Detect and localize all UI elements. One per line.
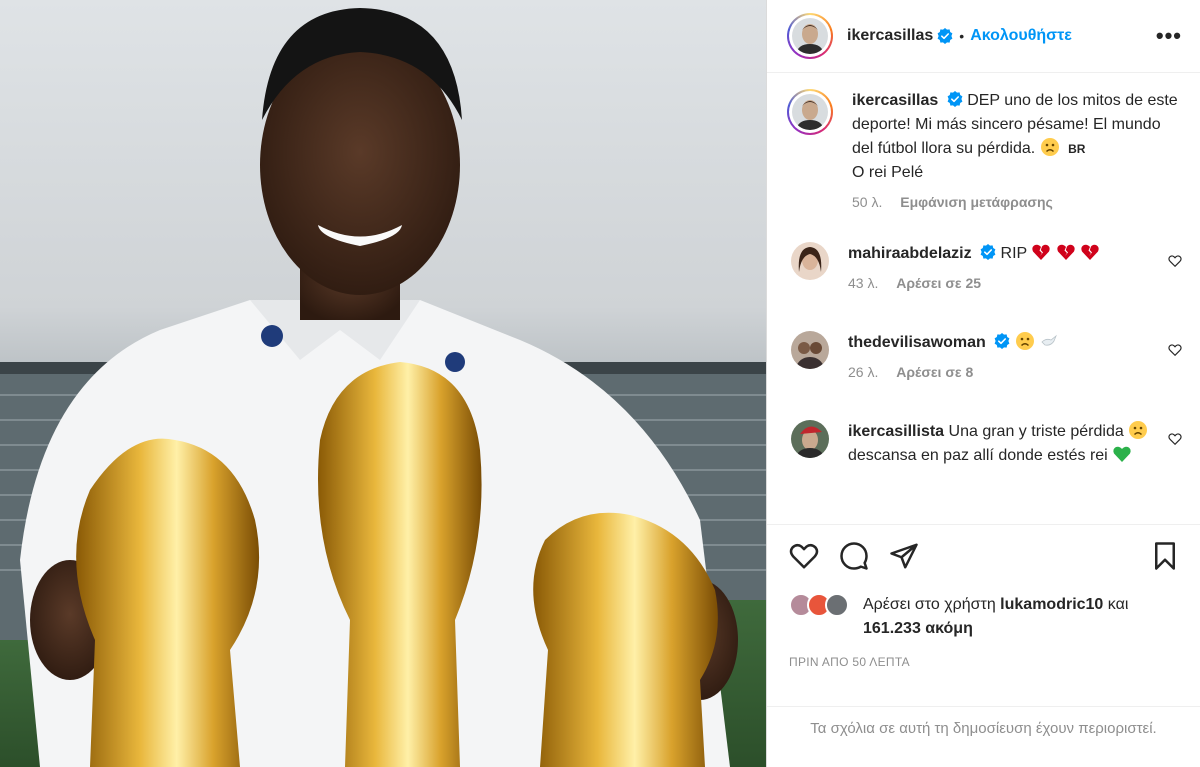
comment-username[interactable]: thedevilisawoman xyxy=(848,334,986,351)
verified-badge-icon xyxy=(994,333,1010,349)
verified-badge-icon xyxy=(980,244,996,260)
comment-item: mahiraabdelaziz RIP 43 λ. Αρέσει σε 25 xyxy=(787,242,1182,291)
comment-likes[interactable]: Αρέσει σε 25 xyxy=(896,275,981,291)
likes-prefix: Αρέσει στο χρήστη xyxy=(863,596,996,613)
follow-button[interactable]: Ακολουθήστε xyxy=(970,27,1072,45)
comment-text: RIP xyxy=(1000,245,1027,262)
dove-icon xyxy=(1041,334,1058,346)
more-options-icon[interactable]: ••• xyxy=(1156,25,1182,47)
author-avatar-image xyxy=(792,18,828,54)
verified-badge-icon xyxy=(947,91,963,107)
like-comment-heart-icon[interactable] xyxy=(1168,432,1182,446)
sad-face-icon xyxy=(1015,332,1034,350)
comment-text-part1: Una gran y triste pérdida xyxy=(948,423,1124,440)
comments-list: ikercasillas DEP uno de los mitos de est… xyxy=(767,73,1200,525)
caption-text: ikercasillas DEP uno de los mitos de est… xyxy=(852,89,1182,185)
caption: ikercasillas DEP uno de los mitos de est… xyxy=(787,89,1182,210)
comment-time[interactable]: 43 λ. xyxy=(848,275,878,291)
comment-text-part2: descansa en paz allí donde estés rei xyxy=(848,447,1108,464)
commenter-avatar[interactable] xyxy=(791,420,829,458)
post-timestamp[interactable]: ΠΡΙΝ ΑΠΟ 50 ΛΕΠΤΑ xyxy=(767,641,1200,669)
comment-likes[interactable]: Αρέσει σε 8 xyxy=(896,364,973,380)
likes-connector: και xyxy=(1107,596,1129,613)
author-username[interactable]: ikercasillas xyxy=(847,27,933,45)
save-bookmark-icon[interactable] xyxy=(1150,541,1180,571)
likes-count[interactable]: 161.233 ακόμη xyxy=(863,620,973,637)
broken-heart-icon xyxy=(1081,244,1099,260)
sad-face-icon xyxy=(1129,421,1148,439)
sad-face-icon xyxy=(1040,138,1059,156)
commenter-avatar[interactable] xyxy=(791,331,829,369)
comment-item: thedevilisawoman 26 λ. Αρέσει σε 8 xyxy=(787,331,1182,380)
post-actions xyxy=(767,525,1200,587)
comment-bubble-icon[interactable] xyxy=(839,541,869,571)
see-translation-button[interactable]: Εμφάνιση μετάφρασης xyxy=(900,194,1053,210)
header-separator: • xyxy=(959,28,965,44)
like-comment-heart-icon[interactable] xyxy=(1168,254,1182,268)
likes-user[interactable]: lukamodric10 xyxy=(1000,596,1103,613)
comment-item: ikercasillista Una gran y triste pérdida… xyxy=(787,420,1182,468)
post-modal: ikercasillas • Ακολουθήστε ••• ikercasil… xyxy=(0,0,1200,767)
caption-avatar-image xyxy=(792,94,828,130)
comment-username[interactable]: ikercasillista xyxy=(848,423,944,440)
like-comment-heart-icon[interactable] xyxy=(1168,343,1182,357)
caption-avatar[interactable] xyxy=(787,89,833,135)
caption-username[interactable]: ikercasillas xyxy=(852,92,938,109)
comments-restricted-notice: Τα σχόλια σε αυτή τη δημοσίευση έχουν πε… xyxy=(767,706,1200,737)
post-header: ikercasillas • Ακολουθήστε ••• xyxy=(767,0,1200,73)
post-image-illustration xyxy=(0,8,766,767)
comment-username[interactable]: mahiraabdelaziz xyxy=(848,245,972,262)
like-heart-icon[interactable] xyxy=(789,541,819,571)
comment-time[interactable]: 26 λ. xyxy=(848,364,878,380)
caption-line2: O rei Pelé xyxy=(852,164,924,181)
liker-avatars[interactable] xyxy=(789,593,851,619)
author-avatar[interactable] xyxy=(787,13,833,59)
broken-heart-icon xyxy=(1032,244,1051,260)
broken-heart-icon xyxy=(1057,244,1075,260)
likes-summary: Αρέσει στο χρήστη lukamodric10 και 161.2… xyxy=(767,587,1200,641)
caption-time[interactable]: 50 λ. xyxy=(852,194,882,210)
share-paper-plane-icon[interactable] xyxy=(889,541,919,571)
verified-badge-icon xyxy=(937,28,953,44)
commenter-avatar[interactable] xyxy=(791,242,829,280)
post-side-panel: ikercasillas • Ακολουθήστε ••• ikercasil… xyxy=(766,0,1200,767)
flag-br: BR xyxy=(1068,142,1086,156)
green-heart-icon xyxy=(1113,446,1131,462)
post-image[interactable] xyxy=(0,0,766,767)
